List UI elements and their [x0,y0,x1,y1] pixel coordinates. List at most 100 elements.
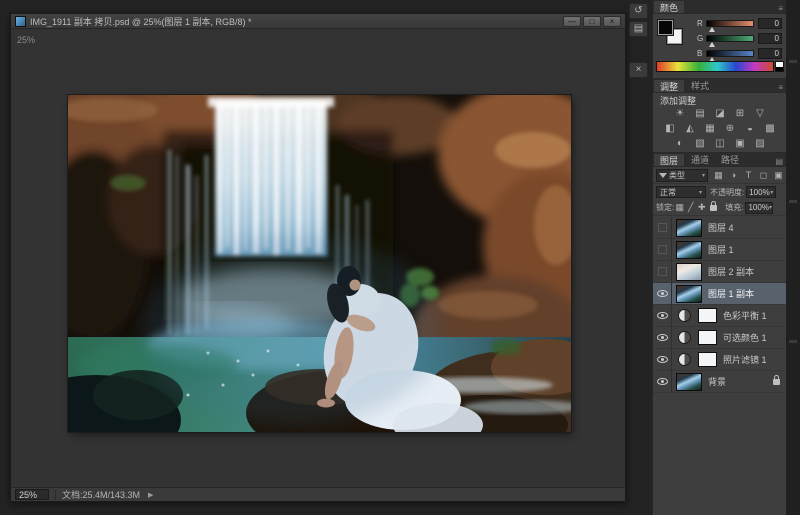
adjustments-panel: 调整 样式 ≡ 添加调整 ☀ ▤ ◪ ⊞ ▽ ◧ ◭ ▦ ⊕ ◒ ▩ ◐ ▧ ◫… [653,78,787,150]
lock-position-icon[interactable]: ✚ [696,202,707,213]
visibility-toggle[interactable] [653,349,672,370]
filter-shape-layers-icon[interactable]: ◻ [758,168,769,182]
lock-all-icon[interactable] [710,200,718,211]
filter-pixel-layers-icon[interactable]: ▦ [713,168,724,182]
layer-row-color-balance[interactable]: 色彩平衡 1 [653,305,787,327]
lock-transparency-icon[interactable]: ▦ [674,202,685,213]
color-spectrum-ramp[interactable] [656,61,774,72]
adjustment-layer-icon[interactable] [678,309,691,322]
visibility-toggle[interactable] [653,371,672,392]
tab-color[interactable]: 颜色 [653,0,686,13]
status-expand-icon[interactable]: ▶ [148,491,153,499]
lock-pixels-icon[interactable]: ╱ [685,202,696,213]
red-slider-thumb[interactable] [709,26,715,32]
layer-row-background[interactable]: 背景 [653,371,787,393]
layer-row-2-copy[interactable]: 图层 2 副本 [653,261,787,283]
close-panel-icon[interactable]: × [629,62,648,78]
curves-icon[interactable]: ◪ [714,107,727,120]
filter-caret-icon: ▾ [701,172,705,179]
lock-row: 锁定: ▦ ╱ ✚ 填充: 100% ▾ [653,200,787,216]
hue-saturation-icon[interactable]: ◧ [664,122,677,135]
color-balance-icon[interactable]: ◭ [684,122,697,135]
black-white-icon[interactable]: ▦ [704,122,717,135]
blue-value-field[interactable]: 0 [758,47,782,59]
layer-row-1[interactable]: 图层 1 [653,239,787,261]
filter-type-layers-icon[interactable]: T [743,168,754,182]
visibility-toggle[interactable] [653,239,672,260]
close-button[interactable]: × [603,15,621,27]
fill-field[interactable]: 100% ▾ [745,201,774,214]
layer-name: 图层 4 [708,223,734,233]
filter-smart-object-icon[interactable]: ▣ [773,168,784,182]
ramp-end-swatches[interactable] [775,61,784,72]
visibility-toggle[interactable] [653,283,672,304]
layer-thumbnail[interactable] [676,284,702,303]
layer-row-selective-color[interactable]: 可选颜色 1 [653,327,787,349]
photo-filter-icon[interactable]: ⊕ [724,122,737,135]
adjustment-layer-icon[interactable] [678,353,691,366]
color-lookup-icon[interactable]: ▩ [764,122,777,135]
visibility-toggle[interactable] [653,305,672,326]
layer-mask-thumbnail[interactable] [698,352,717,367]
layers-panel-menu-icon[interactable]: ▤ [771,157,787,166]
layer-filter-dropdown[interactable]: 类型 ▾ [656,168,708,182]
foreground-color-swatch[interactable] [657,19,674,36]
levels-icon[interactable]: ▤ [694,107,707,120]
adjustment-layer-icon[interactable] [678,331,691,344]
tab-paths[interactable]: 路径 [715,153,746,166]
opacity-caret-icon: ▾ [770,189,774,196]
threshold-icon[interactable]: ◫ [714,137,727,150]
visibility-toggle[interactable] [653,217,672,238]
panel-dock: 颜色 ≡ R 0 G 0 B 0 调整 样式 ≡ 添加调整 ☀ ▤ ◪ ⊞ ▽ … [652,0,787,515]
green-value-field[interactable]: 0 [758,32,782,44]
slider-label-b: B [697,48,703,58]
opacity-field[interactable]: 100% ▾ [746,186,777,198]
tab-layers[interactable]: 图层 [653,153,686,166]
filter-label: 类型 [669,170,685,180]
green-slider-thumb[interactable] [709,41,715,47]
minimize-button[interactable]: — [563,15,581,27]
status-zoom-field[interactable]: 25% [15,489,49,500]
visibility-toggle[interactable] [653,327,672,348]
vibrance-icon[interactable]: ▽ [754,107,767,120]
status-doc-info: 文档:25.4M/143.3M [62,490,141,500]
layer-thumbnail[interactable] [676,372,702,391]
blend-caret-icon: ▾ [698,189,702,196]
layer-row-4[interactable]: 图层 4 [653,217,787,239]
tab-channels[interactable]: 通道 [685,153,716,166]
brightness-contrast-icon[interactable]: ☀ [674,107,687,120]
selective-color-icon[interactable]: ▨ [754,137,767,150]
layer-row-photo-filter[interactable]: 照片滤镜 1 [653,349,787,371]
green-slider[interactable] [706,34,754,47]
layer-thumbnail[interactable] [676,262,702,281]
photo-image[interactable] [11,80,615,465]
posterize-icon[interactable]: ▧ [694,137,707,150]
layer-row-1-copy-selected[interactable]: 图层 1 副本 [653,283,787,305]
canvas-area[interactable]: 25% [11,30,625,488]
red-slider[interactable] [706,19,754,32]
lock-label: 锁定: [656,203,675,212]
document-titlebar[interactable]: IMG_1911 副本 拷贝.psd @ 25%(图层 1 副本, RGB/8)… [11,14,625,29]
document-title: IMG_1911 副本 拷贝.psd @ 25%(图层 1 副本, RGB/8)… [30,16,252,27]
channel-mixer-icon[interactable]: ◒ [744,122,757,135]
screen: IMG_1911 副本 拷贝.psd @ 25%(图层 1 副本, RGB/8)… [0,0,800,515]
tab-adjustments[interactable]: 调整 [653,79,686,92]
color-swatches[interactable] [657,19,684,46]
layer-thumbnail[interactable] [676,240,702,259]
visibility-toggle[interactable] [653,261,672,282]
layer-mask-thumbnail[interactable] [698,330,717,345]
layer-thumbnail[interactable] [676,218,702,237]
layer-mask-thumbnail[interactable] [698,308,717,323]
tab-styles[interactable]: 样式 [685,79,716,92]
slider-label-r: R [697,18,703,28]
blend-mode-dropdown[interactable]: 正常 ▾ [656,186,706,198]
blue-slider[interactable] [706,49,754,62]
filter-adjustment-layers-icon[interactable]: ◑ [728,168,739,182]
maximize-button[interactable]: □ [583,15,601,27]
gradient-map-icon[interactable]: ▣ [734,137,747,150]
red-value-field[interactable]: 0 [758,17,782,29]
exposure-icon[interactable]: ⊞ [734,107,747,120]
properties-panel-icon[interactable]: ▤ [629,21,648,37]
invert-icon[interactable]: ◐ [674,137,687,150]
history-panel-icon[interactable]: ↺ [629,3,648,19]
